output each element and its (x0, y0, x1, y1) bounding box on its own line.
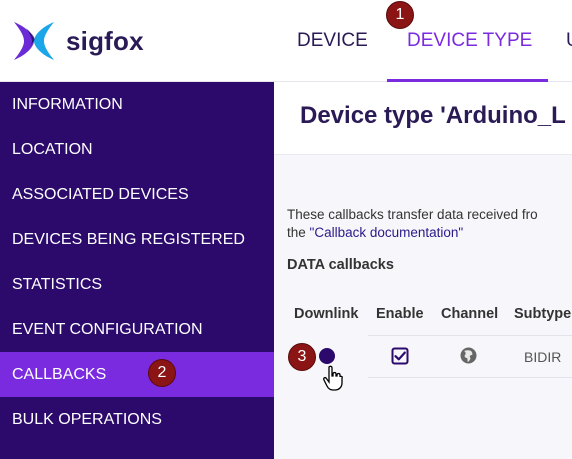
top-header: sigfox DEVICE DEVICE TYPE U 1 (0, 0, 572, 82)
sidebar-item-devices-being-registered[interactable]: DEVICES BEING REGISTERED (0, 217, 274, 262)
sidebar-item-information[interactable]: INFORMATION (0, 82, 274, 127)
sidebar-item-event-configuration[interactable]: EVENT CONFIGURATION (0, 307, 274, 352)
brand-name: sigfox (66, 26, 144, 56)
downlink-radio-button[interactable] (319, 348, 335, 364)
sidebar-item-callbacks[interactable]: CALLBACKS (0, 352, 274, 397)
nav-tab-device-type[interactable]: DEVICE TYPE (407, 30, 532, 52)
sidebar-item-associated-devices[interactable]: ASSOCIATED DEVICES (0, 172, 274, 217)
hand-cursor-icon (323, 365, 343, 391)
description-prefix: the (287, 225, 310, 240)
nav-tab-truncated[interactable]: U (566, 30, 572, 52)
nav-tab-device[interactable]: DEVICE (297, 30, 368, 52)
sidebar: INFORMATION LOCATION ASSOCIATED DEVICES … (0, 82, 274, 459)
description-line-1: These callbacks transfer data received f… (287, 207, 538, 222)
column-header-enable: Enable (376, 306, 424, 322)
cell-subtype: BIDIR (524, 349, 562, 365)
globe-icon (460, 347, 477, 364)
step-marker-3: 3 (288, 343, 316, 371)
sigfox-logo-icon[interactable] (10, 18, 58, 64)
description-line-2: the "Callback documentation" (287, 224, 538, 242)
data-callbacks-heading: DATA callbacks (287, 257, 394, 273)
step-marker-1: 1 (386, 1, 414, 29)
sidebar-item-location[interactable]: LOCATION (0, 127, 274, 172)
step-marker-2: 2 (148, 359, 176, 387)
sidebar-item-statistics[interactable]: STATISTICS (0, 262, 274, 307)
page-title: Device type 'Arduino_L (300, 102, 566, 129)
callback-documentation-link[interactable]: "Callback documentation" (310, 225, 464, 240)
main-content: Device type 'Arduino_L These callbacks t… (274, 82, 572, 459)
callbacks-description: These callbacks transfer data received f… (287, 206, 538, 242)
sidebar-item-bulk-operations[interactable]: BULK OPERATIONS (0, 397, 274, 442)
column-header-subtype: Subtype (514, 306, 572, 322)
column-header-channel: Channel (441, 306, 499, 322)
column-header-downlink: Downlink (294, 306, 359, 322)
checkbox-checked-icon[interactable] (391, 347, 409, 365)
